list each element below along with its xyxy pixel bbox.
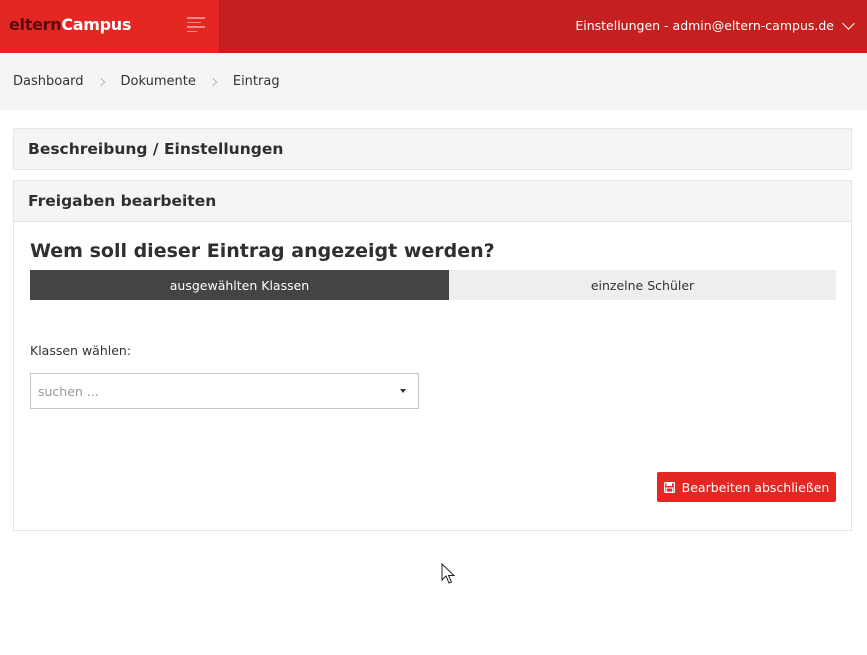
chevron-right-icon — [96, 77, 105, 86]
classes-select[interactable]: suchen ... — [30, 373, 419, 409]
menu-toggle-icon[interactable] — [187, 17, 205, 32]
brand-logo[interactable]: elternCampus — [9, 15, 131, 34]
classes-select-placeholder: suchen ... — [38, 383, 99, 399]
breadcrumb-eintrag: Eintrag — [232, 74, 280, 89]
breadcrumb-dashboard[interactable]: Dashboard — [13, 74, 84, 89]
description-panel-header[interactable]: Beschreibung / Einstellungen — [14, 129, 851, 169]
finish-editing-label: Bearbeiten abschließen — [681, 479, 830, 495]
description-panel: Beschreibung / Einstellungen — [13, 128, 852, 170]
shares-panel-header[interactable]: Freigaben bearbeiten — [14, 181, 851, 222]
top-bar: elternCampus Einstellungen - admin@elter… — [0, 0, 867, 53]
breadcrumb-dokumente[interactable]: Dokumente — [121, 74, 196, 89]
segment-individual-students[interactable]: einzelne Schüler — [449, 270, 836, 300]
chevron-right-icon — [208, 77, 218, 86]
segment-selected-classes[interactable]: ausgewählten Klassen — [30, 270, 449, 300]
brand-logo-part1: eltern — [9, 15, 62, 34]
save-icon — [663, 481, 675, 493]
mouse-pointer-icon — [441, 563, 456, 584]
finish-editing-button[interactable]: Bearbeiten abschließen — [657, 472, 836, 502]
caret-down-icon — [400, 389, 406, 393]
user-menu-label: Einstellungen - admin@eltern-campus.de — [575, 18, 834, 33]
shares-panel: Freigaben bearbeiten Wem soll dieser Ein… — [13, 180, 852, 531]
classes-label: Klassen wählen: — [30, 343, 132, 358]
user-menu[interactable]: Einstellungen - admin@eltern-campus.de — [575, 16, 855, 33]
brand-logo-part2: Campus — [61, 15, 132, 34]
breadcrumb: Dashboard Dokumente Eintrag — [0, 53, 867, 110]
shares-question: Wem soll dieser Eintrag angezeigt werden… — [30, 240, 495, 262]
chevron-down-icon — [842, 16, 855, 30]
audience-segmented-control: ausgewählten Klassen einzelne Schüler — [30, 270, 836, 300]
brand-area: elternCampus — [0, 0, 219, 53]
